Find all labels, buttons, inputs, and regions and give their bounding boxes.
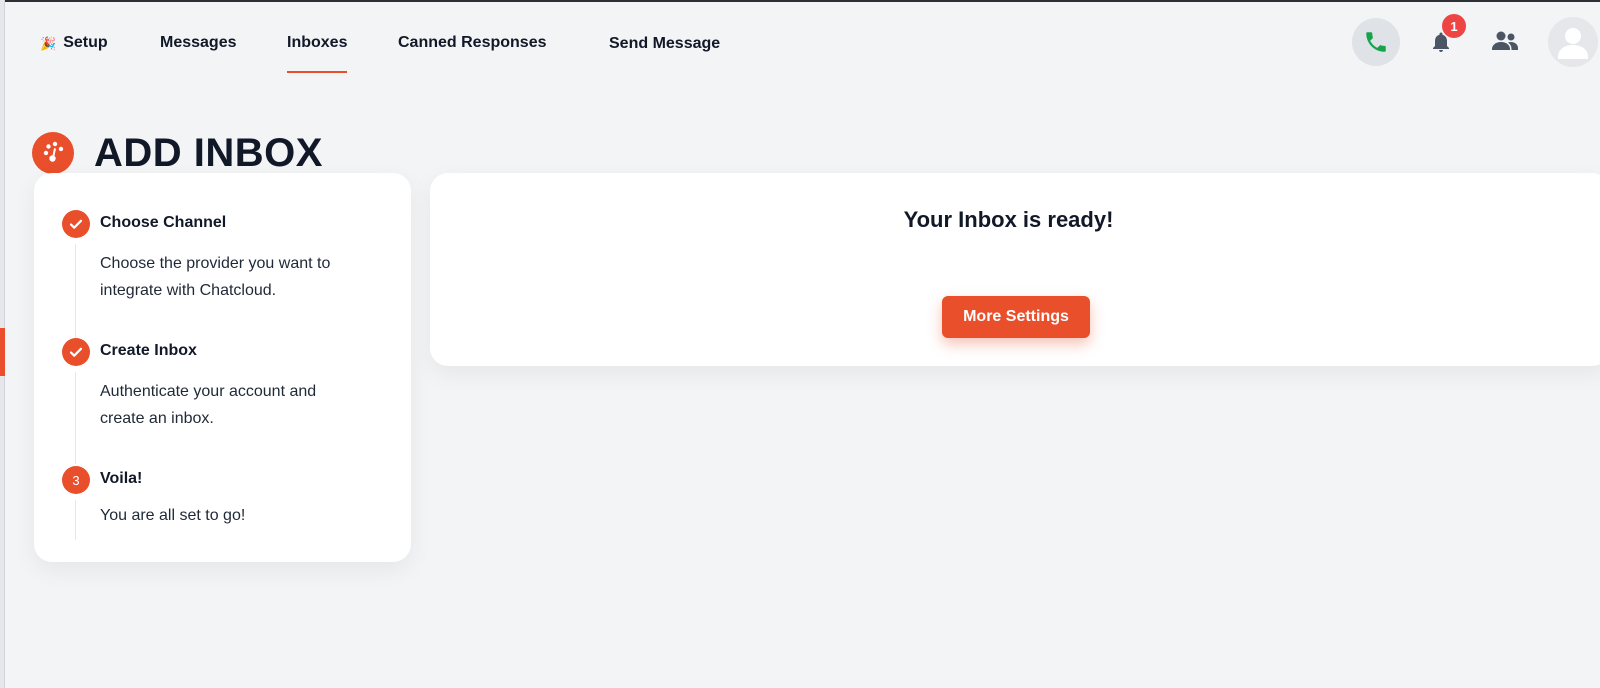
- step-description: You are all set to go!: [100, 507, 246, 524]
- step-description: Authenticate your account and create an …: [100, 383, 317, 427]
- step-connector: [75, 372, 76, 464]
- top-navigation: 🎉 Setup Messages Inboxes Canned Response…: [0, 0, 1600, 90]
- team-button[interactable]: [1488, 24, 1522, 58]
- phone-button[interactable]: [1352, 18, 1400, 66]
- nav-inboxes[interactable]: Inboxes: [287, 34, 348, 74]
- users-icon: [1492, 31, 1518, 50]
- phone-icon: [1366, 32, 1386, 52]
- step-description: Choose the provider you want to integrat…: [100, 255, 331, 299]
- step-complete-check-icon: [62, 210, 90, 238]
- more-settings-button[interactable]: More Settings: [942, 296, 1090, 338]
- page-title: ADD INBOX: [94, 130, 323, 175]
- inbox-ready-title: Your Inbox is ready!: [903, 207, 1114, 232]
- step-complete-check-icon: [62, 338, 90, 366]
- steps-card: Choose Channel Choose the provider you w…: [34, 173, 411, 562]
- nav-setup-label: Setup: [63, 34, 108, 51]
- nav-setup[interactable]: 🎉 Setup: [40, 34, 108, 74]
- party-popper-icon: 🎉: [40, 36, 57, 51]
- step-title: Create Inbox: [100, 342, 197, 359]
- step-number: 3: [62, 466, 90, 494]
- step-connector: [75, 500, 76, 540]
- step-title: Choose Channel: [100, 214, 227, 231]
- dashboard-gauge-icon: [32, 132, 74, 175]
- user-avatar-icon: [1558, 28, 1588, 59]
- step-title: Voila!: [100, 470, 143, 487]
- inbox-ready-card: Your Inbox is ready! More Settings: [430, 173, 1600, 366]
- nav-send-message[interactable]: Send Message: [609, 35, 720, 75]
- notification-count-badge: 1: [1442, 14, 1466, 38]
- nav-messages[interactable]: Messages: [160, 34, 237, 74]
- nav-canned-responses[interactable]: Canned Responses: [398, 34, 546, 74]
- account-avatar-button[interactable]: [1548, 17, 1598, 67]
- step-connector: [75, 244, 76, 352]
- sidebar-active-indicator: [0, 328, 5, 376]
